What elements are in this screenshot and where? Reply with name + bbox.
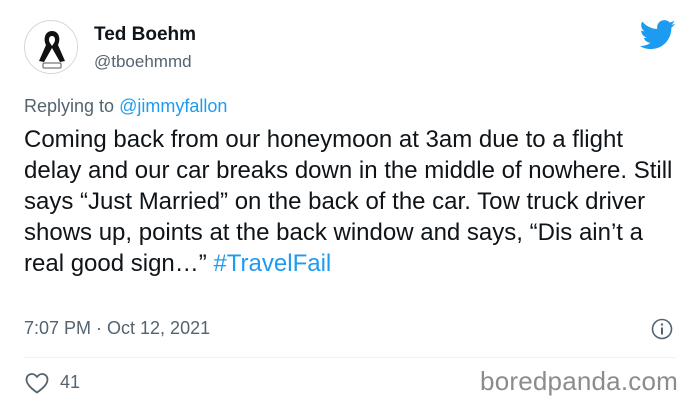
author-name[interactable]: Ted Boehm [94, 24, 196, 46]
author-handle[interactable]: @tboehmmd [94, 52, 192, 72]
hashtag-link[interactable]: #TravelFail [213, 250, 331, 277]
watermark: boredpanda.com [480, 366, 678, 396]
info-icon[interactable] [651, 318, 673, 340]
twitter-bird-icon[interactable] [640, 20, 676, 50]
divider [24, 357, 676, 358]
tweet-timestamp[interactable]: 7:07 PM · Oct 12, 2021 [24, 318, 210, 339]
tweet-text: Coming back from our honeymoon at 3am du… [24, 124, 684, 279]
heart-icon[interactable] [24, 371, 50, 395]
replying-to: Replying to @jimmyfallon [24, 96, 227, 117]
black-ribbon-icon [26, 22, 77, 73]
reply-mention-link[interactable]: @jimmyfallon [119, 96, 227, 116]
tweet-body: Coming back from our honeymoon at 3am du… [24, 126, 673, 277]
like-count: 41 [60, 372, 81, 392]
replying-prefix: Replying to [24, 96, 115, 116]
avatar[interactable] [24, 20, 78, 74]
